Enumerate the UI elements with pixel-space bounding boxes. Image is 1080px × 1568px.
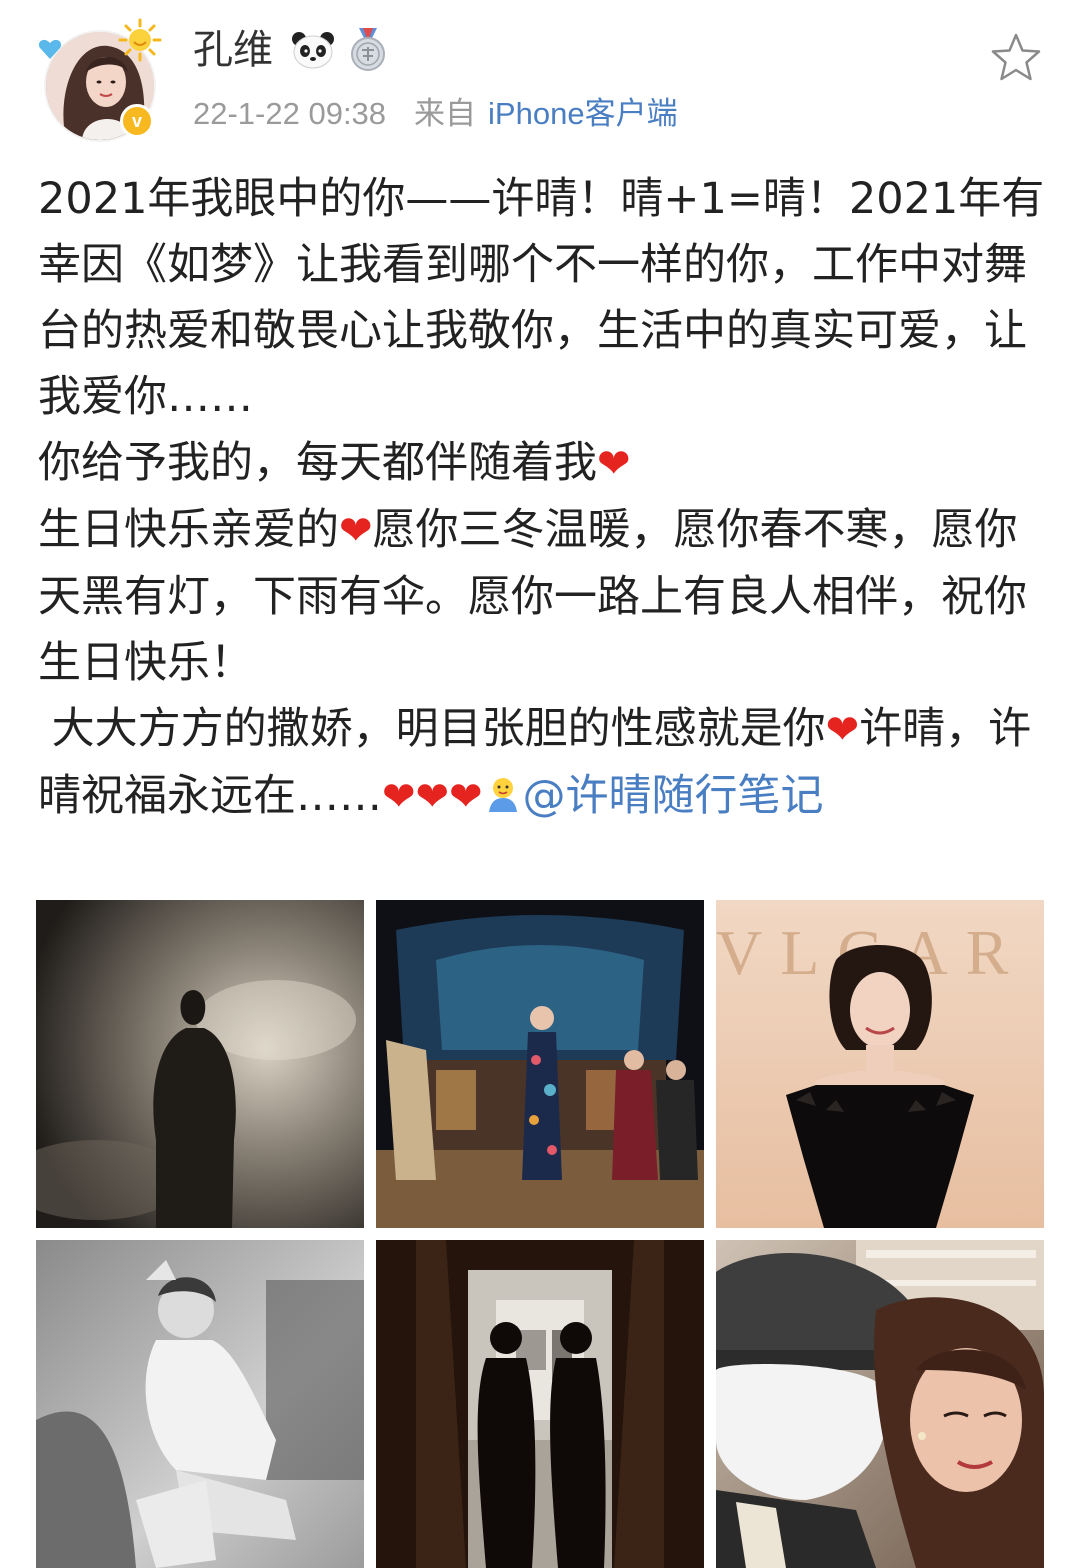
photo-thumbnail-2[interactable] (376, 900, 704, 1228)
photo-thumbnail-6[interactable] (716, 1240, 1044, 1568)
post-paragraph-3: 生日快乐亲爱的❤愿你三冬温暖，愿你春不寒，愿你天黑有灯，下雨有伞。愿你一路上有良… (38, 497, 1048, 696)
photo-thumbnail-3[interactable]: VLGAR (716, 900, 1044, 1228)
post-time: 22-1-22 09:38 (193, 96, 387, 131)
post-paragraph-4: 大大方方的撒娇，明目张胆的性感就是你❤许晴，许晴祝福永远在……❤❤❤ @许晴随行笔… (38, 696, 1048, 830)
mention-link[interactable]: @许晴随行笔记 (523, 771, 824, 821)
photo-silhouette-smoke (36, 900, 364, 1228)
post-paragraph-4a-text: 大大方方的撒娇，明目张胆的性感就是你 (38, 704, 826, 754)
post-source-client[interactable]: iPhone客户端 (488, 96, 678, 131)
photo-thumbnail-4[interactable] (36, 1240, 364, 1568)
post-body: 2021年我眼中的你——许晴！晴+1=晴！2021年有幸因《如梦》让我看到哪个不… (38, 166, 1048, 830)
star-icon[interactable] (990, 32, 1042, 84)
verified-label: v (131, 111, 142, 131)
heart-emoji: ❤ (382, 774, 416, 820)
heart-emoji: ❤ (449, 774, 483, 820)
photo-bw-seated (36, 1240, 364, 1568)
user-name[interactable]: 孔维 (193, 26, 273, 74)
post-paragraph-1: 2021年我眼中的你——许晴！晴+1=晴！2021年有幸因《如梦》让我看到哪个不… (38, 174, 1045, 422)
avatar-wrapper[interactable]: v (38, 18, 162, 140)
post-paragraph-2: 你给予我的，每天都伴随着我❤ (38, 430, 1048, 497)
photo-grid: VLGAR (36, 900, 1044, 1568)
blue-heart-icon (38, 39, 62, 59)
post-source-prefix: 来自 (414, 96, 477, 131)
baby-emoji-icon (488, 778, 517, 812)
heart-emoji: ❤ (339, 508, 373, 554)
photo-doorway-silhouettes (376, 1240, 704, 1568)
post-paragraph-2-text: 你给予我的，每天都伴随着我 (38, 438, 597, 488)
post-paragraph-3a-text: 生日快乐亲爱的 (38, 505, 339, 555)
post-meta: 22-1-22 09:38 来自 iPhone客户端 (193, 94, 678, 134)
heart-emoji: ❤ (597, 441, 631, 487)
heart-emoji: ❤ (415, 774, 450, 820)
verified-badge: v (120, 104, 154, 138)
heart-emoji: ❤ (825, 707, 860, 753)
sun-icon (118, 18, 162, 62)
photo-event-portrait: VLGAR (716, 900, 1044, 1228)
photo-stage-scene (376, 900, 704, 1228)
photo-selfie (716, 1240, 1044, 1568)
panda-icon (292, 32, 334, 69)
photo-thumbnail-1[interactable] (36, 900, 364, 1228)
medal-icon (351, 28, 385, 71)
photo-thumbnail-5[interactable] (376, 1240, 704, 1568)
